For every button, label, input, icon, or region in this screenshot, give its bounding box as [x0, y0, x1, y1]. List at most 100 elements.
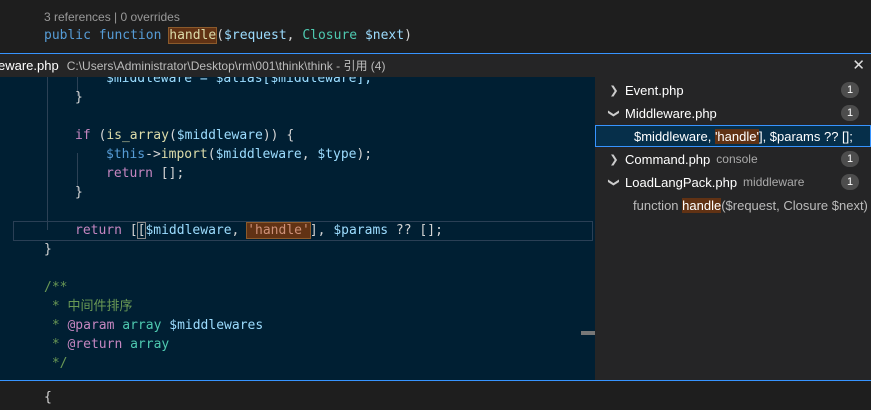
tree-item-middleware[interactable]: ❯ Middleware.php 1	[595, 102, 871, 124]
code-text: );	[356, 147, 373, 162]
keyword-if: if	[75, 128, 91, 143]
function-signature: public function handle($request, Closure…	[44, 27, 412, 44]
code-text: )) {	[262, 128, 295, 143]
count-badge: 1	[841, 105, 859, 121]
tree-item-description: console	[716, 152, 758, 166]
comma: ,	[286, 28, 303, 43]
peek-header: eware.php C:\Users\Administrator\Desktop…	[0, 54, 871, 77]
count-badge: 1	[841, 151, 859, 167]
reference-preview: function handle($request, Closure $next)	[633, 197, 868, 213]
param-next: $next	[364, 28, 405, 43]
code-text: ?? [];	[388, 223, 443, 238]
doc-type: array	[122, 337, 170, 352]
doc-tag: @param	[67, 318, 115, 333]
code-text: ,	[301, 147, 318, 162]
scrollbar[interactable]	[581, 331, 595, 335]
code-line: $this->import($middleware, $type);	[106, 145, 372, 164]
code-line: /**	[44, 278, 67, 297]
variable: $middleware	[145, 223, 232, 238]
keyword-return: return	[75, 223, 122, 238]
reference-text: function	[633, 197, 683, 213]
comment: /**	[44, 280, 68, 295]
code-line: $middleware = $alias[$middleware];	[106, 77, 372, 88]
keyword-return: return	[106, 166, 153, 181]
count-badge: 1	[841, 174, 859, 190]
count-badge: 1	[841, 82, 859, 98]
paren-close: )	[404, 28, 412, 43]
code-text: }	[75, 185, 83, 200]
comment: */	[44, 356, 68, 371]
references-peek-widget: eware.php C:\Users\Administrator\Desktop…	[0, 53, 871, 381]
tree-item-description: middleware	[743, 175, 805, 189]
editor-top[interactable]: 3 references | 0 overrides public functi…	[0, 0, 871, 53]
chevron-right-icon: ❯	[609, 83, 619, 97]
function-name[interactable]: handle	[168, 27, 218, 44]
code-text: [	[121, 223, 138, 238]
references-tree[interactable]: ❯ Event.php 1 ❯ Middleware.php 1 $middle…	[595, 77, 871, 380]
variable: $params	[333, 223, 389, 238]
keyword-function: function	[98, 28, 162, 43]
tree-item-label: Event.php	[625, 82, 684, 98]
code-line: * 中间件排序	[44, 297, 133, 316]
reference-highlight: 'handle'	[246, 222, 311, 239]
tree-reference[interactable]: function handle($request, Closure $next)	[595, 194, 871, 216]
reference-text: ($request, Closure $next)	[721, 197, 868, 213]
tree-item-label: LoadLangPack.php	[625, 174, 738, 190]
keyword-public: public	[44, 28, 91, 43]
tree-item-loadlangpack[interactable]: ❯ LoadLangPack.php middleware 1	[595, 171, 871, 193]
code-line: * @return array	[44, 335, 169, 354]
code-line: }	[75, 183, 83, 202]
function-is-array: is_array	[106, 128, 169, 143]
indent-guide	[47, 77, 48, 230]
tree-item-label: Middleware.php	[625, 105, 717, 121]
comment: *	[44, 318, 68, 333]
code-line: }	[75, 88, 83, 107]
code-text: {	[44, 390, 52, 405]
code-line: * @param array $middlewares	[44, 316, 263, 335]
tree-item-label: Command.php	[625, 151, 711, 167]
code-text: ],	[309, 223, 334, 238]
code-line-reference: return [[$middleware, 'handle'], $params…	[75, 221, 443, 240]
tree-item-command[interactable]: ❯ Command.php console 1	[595, 148, 871, 170]
param-request: $request	[224, 28, 287, 43]
code-text: }	[44, 242, 52, 257]
code-line: {	[44, 388, 52, 407]
chevron-right-icon: ❯	[609, 152, 619, 166]
peek-file-name: eware.php	[0, 58, 59, 73]
reference-text: ], $params ?? [];	[758, 128, 853, 144]
code-text: $middleware = $alias[$middleware];	[106, 77, 373, 86]
code-text: (	[168, 128, 177, 143]
peek-code-editor[interactable]: $middleware = $alias[$middleware]; } if …	[0, 77, 595, 380]
code-text: (	[90, 128, 107, 143]
keyword-this: $this	[106, 147, 146, 162]
code-line: return [];	[106, 164, 184, 183]
code-line: */	[44, 354, 68, 373]
chevron-down-icon: ❯	[607, 177, 621, 187]
peek-file-path: C:\Users\Administrator\Desktop\rm\001\th…	[66, 59, 386, 73]
reference-highlight: handle	[682, 197, 722, 213]
code-text: [];	[152, 166, 185, 181]
tree-item-event[interactable]: ❯ Event.php 1	[595, 79, 871, 101]
function-import: import	[160, 147, 208, 162]
comment: *	[44, 337, 68, 352]
editor-bottom[interactable]: {	[0, 381, 871, 410]
tree-reference-selected[interactable]: $middleware, 'handle'], $params ?? [];	[595, 125, 871, 147]
code-text: }	[75, 90, 83, 105]
paren-open: (	[216, 28, 225, 43]
reference-preview: $middleware, 'handle'], $params ?? [];	[634, 128, 853, 144]
doc-tag: @return	[67, 337, 123, 352]
type-closure: Closure	[302, 28, 358, 43]
code-line: }	[44, 240, 52, 259]
variable: $type	[317, 147, 357, 162]
variable: $middleware	[215, 147, 302, 162]
codelens-references[interactable]: 3 references | 0 overrides	[44, 10, 180, 24]
close-icon[interactable]: ✕	[852, 56, 865, 74]
doc-variable: $middlewares	[169, 318, 264, 333]
reference-text: $middleware,	[634, 128, 715, 144]
comment: * 中间件排序	[44, 299, 133, 314]
code-text: ->	[145, 147, 161, 162]
code-line: if (is_array($middleware)) {	[75, 126, 294, 145]
doc-type: array	[114, 318, 170, 333]
code-text: (	[207, 147, 216, 162]
